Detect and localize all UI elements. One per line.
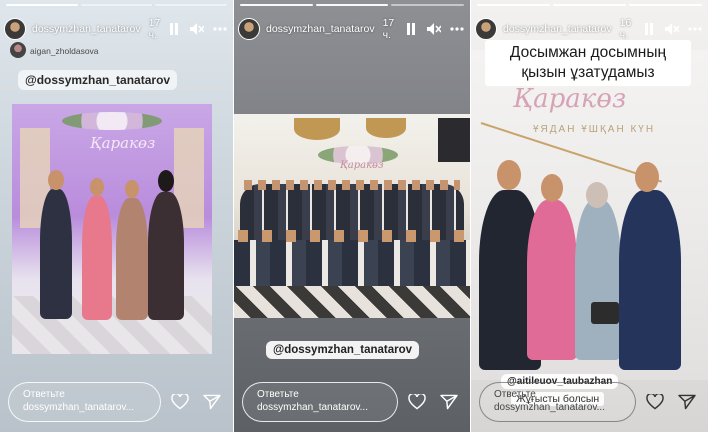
story-photo: Қаракөз	[234, 114, 470, 318]
backdrop-text: Қаракөз	[340, 160, 384, 171]
backdrop-text: Қаракөз	[90, 134, 156, 152]
more-icon[interactable]	[450, 22, 464, 36]
pause-icon[interactable]	[642, 22, 656, 36]
person	[575, 200, 621, 360]
story-photo: Қаракөз ҰЯДАН ҰШҚАН КҮН	[471, 50, 708, 380]
mention-username[interactable]: aigan_zholdasova	[30, 46, 99, 56]
person	[148, 192, 184, 320]
story-progress	[240, 4, 465, 6]
screen	[438, 118, 470, 162]
avatar[interactable]	[4, 18, 26, 40]
person-head	[90, 178, 104, 196]
send-icon[interactable]	[678, 394, 696, 410]
story-footer: Ответьте dossymzhan_tanatarov...	[242, 382, 462, 422]
backdrop-subtitle: ҰЯДАН ҰШҚАН КҮН	[533, 124, 656, 135]
handbag	[591, 302, 619, 324]
story-footer: Ответьте dossymzhan_tanatarov...	[8, 382, 225, 422]
pause-icon[interactable]	[404, 22, 418, 36]
story-progress	[477, 4, 702, 6]
story-progress	[6, 4, 228, 6]
send-icon[interactable]	[440, 394, 458, 410]
send-icon[interactable]	[203, 394, 221, 410]
person	[82, 196, 112, 320]
person-head	[48, 170, 64, 190]
person	[116, 198, 148, 320]
person	[40, 189, 72, 319]
story-time: 17 ч.	[382, 17, 395, 41]
story-panel-2: dossymzhan_tanatarov 17 ч. Қаракөз @doss…	[234, 0, 470, 432]
more-icon[interactable]	[688, 22, 702, 36]
reply-input[interactable]: Ответьте dossymzhan_tanatarov...	[8, 382, 161, 422]
chandelier	[366, 118, 406, 138]
story-footer: Ответьте dossymzhan_tanatarov...	[479, 382, 700, 422]
story-time: 16 ч.	[619, 17, 632, 41]
mention-avatar	[10, 42, 26, 58]
mute-icon[interactable]	[427, 22, 441, 36]
floral-arch	[62, 112, 162, 130]
avatar[interactable]	[475, 18, 497, 40]
story-header: dossymzhan_tanatarov 16 ч.	[475, 16, 702, 42]
person	[527, 200, 577, 360]
reply-input[interactable]: Ответьте dossymzhan_tanatarov...	[479, 382, 636, 422]
person-head	[125, 180, 139, 198]
story-time: 17 ч.	[148, 17, 161, 41]
backdrop-text: Қаракөз	[513, 84, 627, 114]
story-username[interactable]: dossymzhan_tanatarov	[32, 23, 141, 35]
person-head	[497, 160, 521, 190]
mute-icon[interactable]	[665, 22, 679, 36]
mute-icon[interactable]	[190, 22, 204, 36]
group-heads	[238, 230, 468, 242]
story-username[interactable]: dossymzhan_tanatarov	[266, 23, 375, 35]
chandelier	[294, 118, 340, 140]
person-head	[158, 170, 174, 192]
story-header: dossymzhan_tanatarov 17 ч.	[238, 16, 464, 42]
story-panel-3: Қаракөз ҰЯДАН ҰШҚАН КҮН dossymzhan_tanat…	[471, 0, 708, 432]
person-head	[635, 162, 659, 192]
story-photo: Қаракөз	[12, 104, 212, 354]
pause-icon[interactable]	[167, 22, 181, 36]
mention-tag[interactable]: @dossymzhan_tanatarov	[266, 341, 420, 359]
story-header: dossymzhan_tanatarov 17 ч.	[4, 16, 227, 42]
mention-tag[interactable]: @dossymzhan_tanatarov	[18, 70, 178, 90]
reply-input[interactable]: Ответьте dossymzhan_tanatarov...	[242, 382, 398, 422]
story-headline: Досымжан досымның қызын ұзатудамыз	[485, 40, 691, 86]
heart-icon[interactable]	[646, 394, 664, 410]
person	[619, 190, 681, 370]
person-head	[586, 182, 608, 208]
story-username[interactable]: dossymzhan_tanatarov	[503, 23, 612, 35]
person-head	[541, 174, 563, 202]
avatar[interactable]	[238, 18, 260, 40]
group-heads	[244, 180, 460, 190]
more-icon[interactable]	[213, 22, 227, 36]
story-panel-1: dossymzhan_tanatarov 17 ч. aigan_zholdas…	[0, 0, 233, 432]
heart-icon[interactable]	[408, 394, 426, 410]
heart-icon[interactable]	[171, 394, 189, 410]
group-front-row	[234, 240, 470, 286]
